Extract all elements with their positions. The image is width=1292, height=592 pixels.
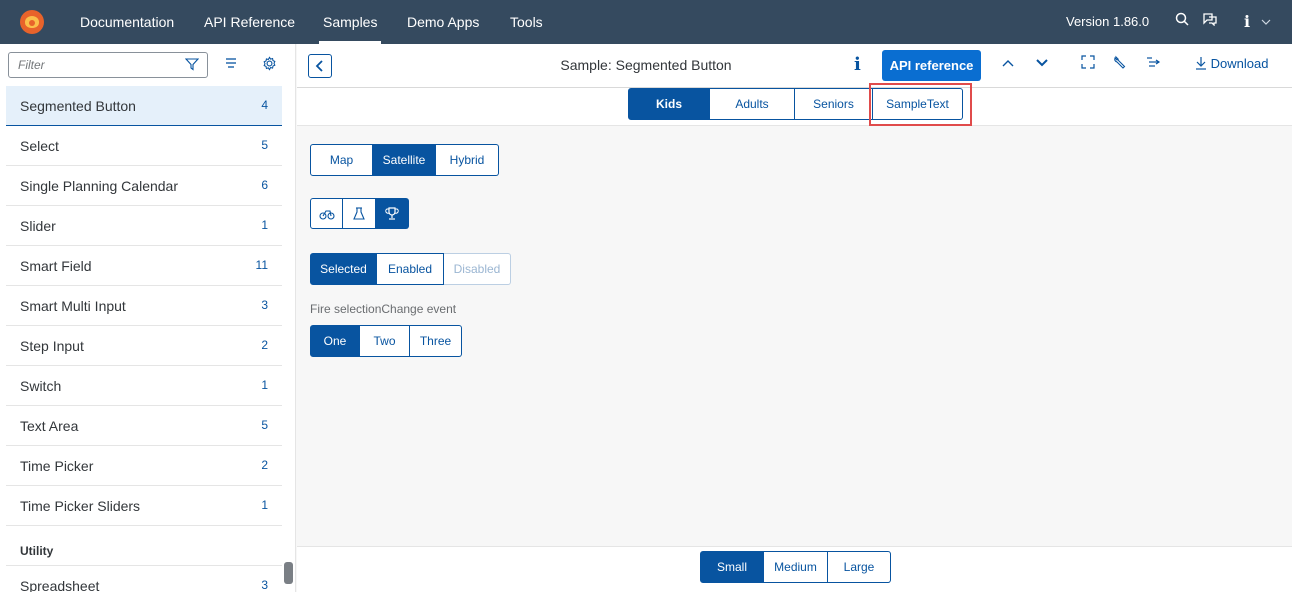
list-item-count: 1 xyxy=(261,498,268,512)
funnel-icon[interactable] xyxy=(184,57,200,74)
list-item-count: 1 xyxy=(261,378,268,392)
list-item-count: 11 xyxy=(255,258,268,272)
nav-api-reference[interactable]: API Reference xyxy=(204,0,295,44)
list-item[interactable]: Smart Multi Input 3 xyxy=(6,286,282,326)
filter-row: Filter xyxy=(0,44,295,86)
segment-bike[interactable] xyxy=(310,198,343,229)
version-selector[interactable]: Version 1.86.0 xyxy=(1066,0,1149,44)
chevron-down-icon[interactable] xyxy=(1035,55,1049,72)
sample-header: Sample: Segmented Button i API reference… xyxy=(297,44,1292,88)
fire-event-label: Fire selectionChange event xyxy=(310,302,457,316)
segment-trophy[interactable] xyxy=(376,198,409,229)
segment-selected[interactable]: Selected xyxy=(310,253,377,285)
bicycle-icon xyxy=(318,209,335,220)
list-item-count: 5 xyxy=(261,138,268,152)
filter-placeholder: Filter xyxy=(18,58,45,72)
list-item[interactable]: Step Input 2 xyxy=(6,326,282,366)
map-segmented-button: Map Satellite Hybrid xyxy=(310,144,499,176)
trophy-icon xyxy=(385,206,399,220)
sidebar: Filter Segmented Button 4 Select 5 Single … xyxy=(0,44,296,592)
nav-samples[interactable]: Samples xyxy=(318,0,382,44)
list-item-count: 1 xyxy=(261,218,268,232)
list-item-count: 6 xyxy=(261,178,268,192)
sort-icon[interactable] xyxy=(224,56,238,73)
segment-lab[interactable] xyxy=(343,198,376,229)
list-item-label: Spreadsheet xyxy=(20,577,100,592)
api-reference-button[interactable]: API reference xyxy=(882,50,981,81)
search-icon[interactable] xyxy=(1172,0,1192,44)
segment-disabled: Disabled xyxy=(444,253,511,285)
segment-enabled[interactable]: Enabled xyxy=(377,253,444,285)
list-item-label: Smart Field xyxy=(20,257,92,274)
list-item-label: Segmented Button xyxy=(20,97,136,114)
segment-satellite[interactable]: Satellite xyxy=(373,144,436,176)
code-icon[interactable] xyxy=(1145,55,1161,73)
size-segmented-button: Small Medium Large xyxy=(700,551,891,583)
fullscreen-icon[interactable] xyxy=(1081,55,1095,73)
logo-icon[interactable] xyxy=(20,10,44,34)
list-item-label: Switch xyxy=(20,377,62,394)
list-item-count: 2 xyxy=(261,458,268,472)
list-item-count: 5 xyxy=(261,418,268,432)
list-item-count: 3 xyxy=(261,578,268,592)
segment-seniors[interactable]: Seniors xyxy=(795,88,873,120)
list-item[interactable]: Select 5 xyxy=(6,126,282,166)
segment-three[interactable]: Three xyxy=(410,325,462,357)
list-item-label: Smart Multi Input xyxy=(20,297,126,314)
list-item-label: Text Area xyxy=(20,417,79,434)
info-icon[interactable]: i xyxy=(1240,0,1254,44)
list-item[interactable]: Time Picker 2 xyxy=(6,446,282,486)
icon-segmented-button xyxy=(310,198,409,229)
segment-kids[interactable]: Kids xyxy=(628,88,710,120)
scrollbar-thumb[interactable] xyxy=(284,562,293,584)
segment-hybrid[interactable]: Hybrid xyxy=(436,144,499,176)
wrench-icon[interactable] xyxy=(1113,55,1127,73)
list-item-label: Time Picker Sliders xyxy=(20,497,141,514)
download-label: Download xyxy=(1210,56,1269,71)
segment-small[interactable]: Small xyxy=(700,551,764,583)
segment-adults[interactable]: Adults xyxy=(710,88,795,120)
nav-demo-apps[interactable]: Demo Apps xyxy=(407,0,479,44)
list-item[interactable]: Slider 1 xyxy=(6,206,282,246)
list-item[interactable]: Switch 1 xyxy=(6,366,282,406)
nav-documentation[interactable]: Documentation xyxy=(80,0,174,44)
list-item-count: 3 xyxy=(261,298,268,312)
list-item[interactable]: Time Picker Sliders 1 xyxy=(6,486,282,526)
segment-medium[interactable]: Medium xyxy=(764,551,828,583)
count-segmented-button: One Two Three xyxy=(310,325,462,357)
list-item-label: Step Input xyxy=(20,337,84,354)
chevron-up-icon[interactable] xyxy=(1001,55,1015,72)
info-icon[interactable]: i xyxy=(854,54,861,75)
segment-large[interactable]: Large xyxy=(828,551,891,583)
state-segmented-button: Selected Enabled Disabled xyxy=(310,253,511,285)
feedback-icon[interactable] xyxy=(1200,0,1220,44)
group-header: Utility xyxy=(6,526,282,566)
segment-one[interactable]: One xyxy=(310,325,360,357)
chevron-down-icon[interactable] xyxy=(1260,0,1272,44)
list-item-label: Slider xyxy=(20,217,56,234)
list-item[interactable]: Segmented Button 4 xyxy=(6,86,282,126)
segment-two[interactable]: Two xyxy=(360,325,410,357)
sample-list: Segmented Button 4 Select 5 Single Plannin… xyxy=(6,86,282,592)
segment-map[interactable]: Map xyxy=(310,144,373,176)
download-link[interactable]: Download xyxy=(1195,56,1268,71)
list-item-count: 2 xyxy=(261,338,268,352)
list-item[interactable]: Spreadsheet 3 xyxy=(6,566,282,592)
list-item[interactable]: Text Area 5 xyxy=(6,406,282,446)
settings-icon[interactable] xyxy=(262,56,277,74)
download-icon xyxy=(1196,57,1206,70)
list-item[interactable]: Smart Field 11 xyxy=(6,246,282,286)
nav-tools[interactable]: Tools xyxy=(510,0,543,44)
list-item-count: 4 xyxy=(261,98,268,112)
filter-input[interactable]: Filter xyxy=(8,52,208,78)
list-item-label: Single Planning Calendar xyxy=(20,177,178,194)
list-item-label: Time Picker xyxy=(20,457,94,474)
highlight-box xyxy=(869,83,972,126)
list-item[interactable]: Single Planning Calendar 6 xyxy=(6,166,282,206)
flask-icon xyxy=(353,206,365,220)
list-item-label: Select xyxy=(20,137,59,154)
shell-bar: Documentation API Reference Samples Demo… xyxy=(0,0,1292,44)
